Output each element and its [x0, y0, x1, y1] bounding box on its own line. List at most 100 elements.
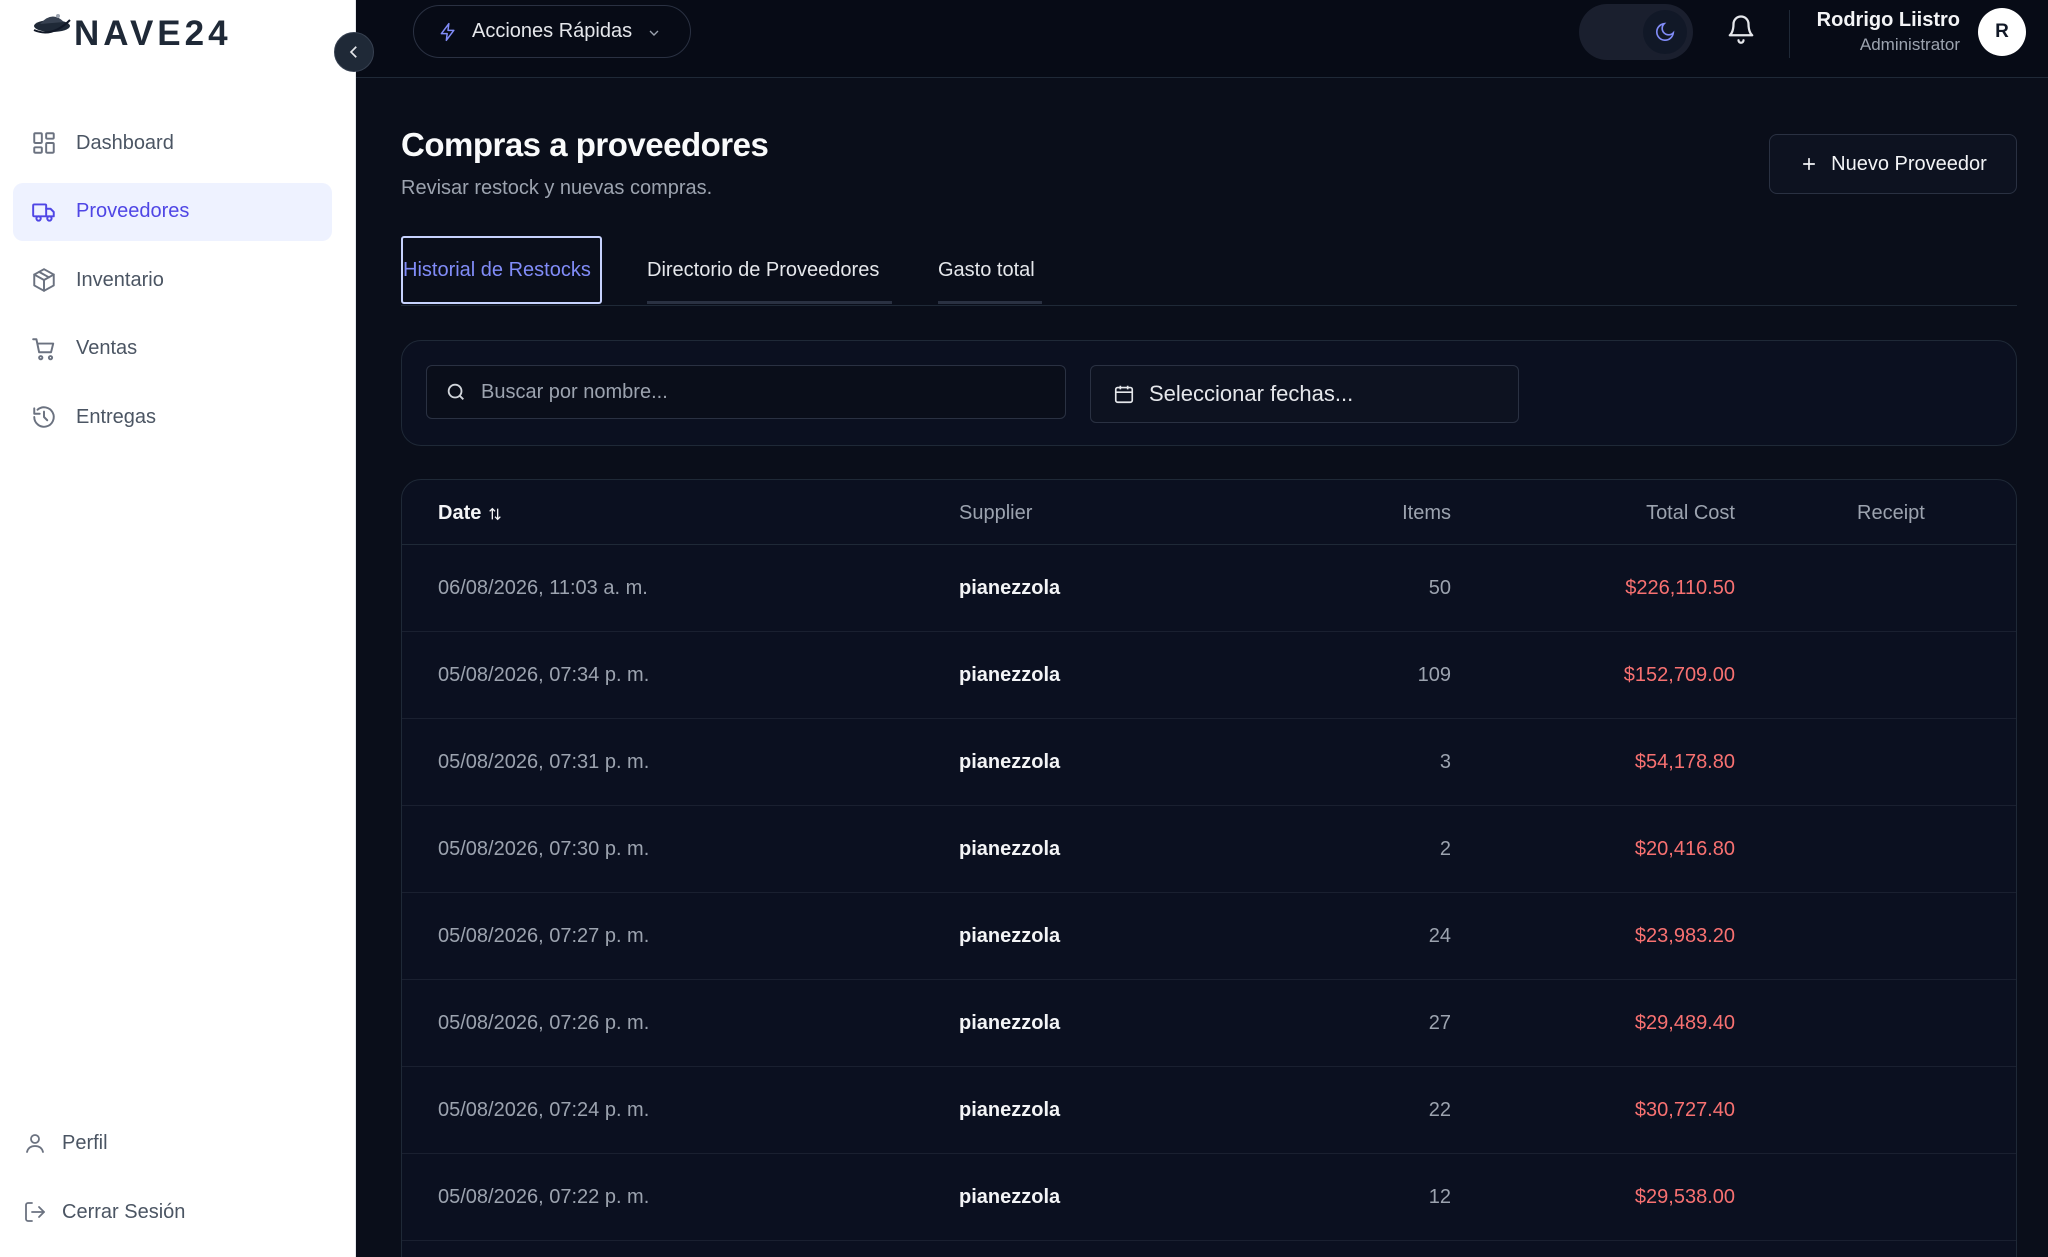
- table-row[interactable]: 05/08/2026, 07:34 p. m. pianezzola 109 $…: [402, 632, 2016, 719]
- column-date-sort[interactable]: Date: [438, 502, 503, 525]
- cell-items: 2: [1439, 838, 1451, 860]
- sidebar-item-inventario[interactable]: Inventario: [13, 251, 332, 309]
- cell-supplier: pianezzola: [959, 838, 1061, 860]
- user-icon: [22, 1130, 48, 1156]
- cell-supplier: pianezzola: [959, 1012, 1061, 1034]
- table-row[interactable]: 05/08/2026, 07:22 p. m. pianezzola 12 $2…: [402, 1154, 2016, 1241]
- cell-date: 05/08/2026, 07:30 p. m.: [438, 838, 650, 860]
- theme-knob: [1643, 10, 1687, 54]
- table-row[interactable]: 06/08/2026, 11:03 a. m. pianezzola 50 $2…: [402, 545, 2016, 632]
- column-header: Total Cost: [1646, 502, 1735, 524]
- sidebar-item-entregas[interactable]: Entregas: [13, 388, 332, 446]
- chevron-down-icon: [646, 24, 662, 40]
- sidebar-item-label: Dashboard: [76, 131, 174, 154]
- table-row[interactable]: 05/08/2026, 07:26 p. m. pianezzola 27 $2…: [402, 980, 2016, 1067]
- page-title: Compras a proveedores: [401, 126, 769, 163]
- cell-date: 05/08/2026, 07:31 p. m.: [438, 751, 650, 773]
- tab-supplier-directory[interactable]: Directorio de Proveedores: [647, 236, 892, 304]
- cell-supplier: pianezzola: [959, 1186, 1061, 1208]
- search-icon: [445, 381, 481, 403]
- sidebar-item-label: Inventario: [76, 268, 164, 291]
- box-icon: [30, 266, 58, 294]
- user-role: Administrator: [1859, 35, 1960, 54]
- cell-items: 109: [1417, 664, 1451, 686]
- cell-total-cost: $23,983.20: [1634, 925, 1735, 947]
- cell-supplier: pianezzola: [959, 925, 1061, 947]
- new-supplier-label: Nuevo Proveedor: [1831, 152, 1987, 175]
- tab-restock-history[interactable]: Historial de Restocks: [401, 236, 602, 304]
- new-supplier-button[interactable]: Nuevo Proveedor: [1769, 134, 2017, 194]
- sidebar-item-label: Entregas: [76, 405, 157, 428]
- cell-items: 24: [1428, 925, 1451, 947]
- sidebar-item-label: Perfil: [62, 1131, 108, 1154]
- sidebar-item-perfil[interactable]: Perfil: [22, 1130, 108, 1156]
- tab-label: Historial de Restocks: [403, 258, 591, 281]
- theme-toggle[interactable]: [1579, 4, 1693, 60]
- sidebar-item-label: Proveedores: [76, 200, 190, 222]
- tab-label: Directorio de Proveedores: [647, 258, 880, 281]
- truck-icon: [30, 198, 58, 226]
- chevron-left-icon: [345, 43, 363, 61]
- lightning-icon: [438, 22, 458, 42]
- date-range-label: Seleccionar fechas...: [1149, 381, 1354, 406]
- avatar[interactable]: R: [1978, 8, 2026, 56]
- tab-total-spend[interactable]: Gasto total: [938, 236, 1042, 304]
- search-field: [426, 365, 1066, 419]
- cell-total-cost: $54,178.80: [1634, 751, 1735, 773]
- logout-icon: [22, 1199, 48, 1225]
- sidebar-item-label: Cerrar Sesión: [62, 1200, 186, 1223]
- cell-supplier: pianezzola: [959, 751, 1061, 773]
- notifications-button[interactable]: [1726, 14, 1758, 46]
- user-name: Rodrigo Liistro: [1816, 9, 1960, 31]
- dashboard-icon: [30, 129, 58, 157]
- table-row[interactable]: 05/08/2026, 07:31 p. m. pianezzola 3 $54…: [402, 719, 2016, 806]
- cell-date: 05/08/2026, 07:27 p. m.: [438, 925, 650, 947]
- sidebar-item-label: Ventas: [76, 337, 138, 359]
- cell-total-cost: $29,489.40: [1634, 1012, 1735, 1034]
- date-range-picker[interactable]: Seleccionar fechas...: [1090, 365, 1519, 423]
- cell-supplier: pianezzola: [959, 577, 1061, 599]
- cell-items: 27: [1428, 1012, 1451, 1034]
- cell-total-cost: $29,538.00: [1634, 1186, 1735, 1208]
- cell-date: 05/08/2026, 07:24 p. m.: [438, 1099, 650, 1121]
- cell-total-cost: $30,727.40: [1634, 1099, 1735, 1121]
- top-header: Acciones Rápidas Rodrigo Liistro Adminis…: [356, 0, 2048, 78]
- cell-supplier: pianezzola: [959, 1099, 1061, 1121]
- calendar-icon: [1113, 383, 1149, 405]
- table-row[interactable]: 05/08/2026, 07:24 p. m. pianezzola 22 $3…: [402, 1067, 2016, 1154]
- cell-date: 05/08/2026, 07:34 p. m.: [438, 664, 650, 686]
- cell-items: 3: [1439, 751, 1451, 773]
- restock-table: Date Supplier Items Total Cost Receipt 0…: [401, 479, 2017, 1257]
- header-divider: [1789, 10, 1790, 58]
- sidebar-item-logout[interactable]: Cerrar Sesión: [22, 1199, 185, 1225]
- cell-total-cost: $20,416.80: [1634, 838, 1735, 860]
- sidebar-item-ventas[interactable]: Ventas: [13, 320, 332, 378]
- sidebar-nav: Dashboard Proveedores Inventario Ventas …: [13, 114, 332, 457]
- sidebar: NAVE24 Dashboard Proveedores Inventario …: [0, 0, 356, 1257]
- history-icon: [30, 403, 58, 431]
- cell-total-cost: $226,110.50: [1625, 577, 1735, 599]
- tab-bar: Historial de Restocks Directorio de Prov…: [401, 236, 2017, 306]
- sidebar-item-dashboard[interactable]: Dashboard: [13, 114, 332, 172]
- page-subtitle: Revisar restock y nuevas compras.: [401, 177, 713, 199]
- column-header: Supplier: [959, 502, 1033, 524]
- quick-actions-dropdown[interactable]: Acciones Rápidas: [413, 5, 691, 58]
- column-header: Items: [1402, 502, 1451, 524]
- moon-icon: [1654, 21, 1676, 43]
- cell-items: 12: [1428, 1186, 1451, 1208]
- cell-items: 50: [1428, 577, 1451, 599]
- tab-label: Gasto total: [938, 258, 1035, 281]
- table-row[interactable]: 05/08/2026, 07:30 p. m. pianezzola 2 $20…: [402, 806, 2016, 893]
- collapse-sidebar-button[interactable]: [334, 32, 374, 72]
- sort-icon: [481, 506, 503, 522]
- search-input[interactable]: [481, 380, 1041, 404]
- sidebar-item-proveedores[interactable]: Proveedores: [13, 182, 332, 241]
- brand-logo[interactable]: [30, 6, 74, 47]
- plus-icon: [1799, 154, 1831, 174]
- column-header: Date: [438, 502, 482, 524]
- bell-icon: [1726, 14, 1758, 44]
- cell-date: 05/08/2026, 07:22 p. m.: [438, 1186, 650, 1208]
- column-header: Receipt: [1857, 502, 1925, 524]
- table-row[interactable]: 05/08/2026, 07:27 p. m. pianezzola 24 $2…: [402, 893, 2016, 980]
- tab-underline: [938, 301, 1042, 304]
